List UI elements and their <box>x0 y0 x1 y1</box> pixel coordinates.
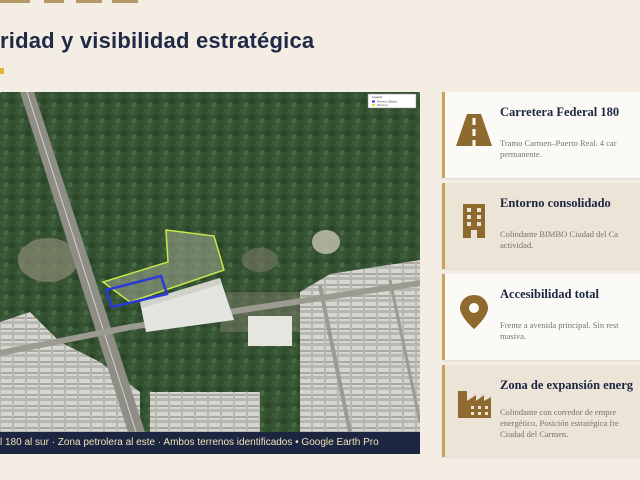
card-text: Colindante BIMBO Ciudad del Ca actividad… <box>500 229 619 250</box>
card-zona-expansion-energetica: Zona de expansión energ Colindante con c… <box>442 365 640 457</box>
card-carretera-federal: Carretera Federal 180 Tramo Carmen–Puert… <box>442 92 640 178</box>
card-text: Colindante con corredor de empre energét… <box>500 407 619 439</box>
card-title: Accesibilidad total <box>500 287 599 301</box>
page-title: ridad y visibilidad estratégica <box>0 28 315 53</box>
card-text: Frente a avenida principal. Sin rest mas… <box>500 320 619 341</box>
card-text: Tramo Carmen–Puerto Real. 4 car permanen… <box>500 138 617 159</box>
map-caption: l 180 al sur · Zona petrolera al este · … <box>0 432 420 454</box>
card-entorno-consolidado: Entorno consolidado Colindante BIMBO Ciu… <box>442 183 640 269</box>
satellite-map[interactable]: Legend Terreno 1 (Bimbo) Terreno 2 <box>0 92 420 432</box>
road-icon <box>456 114 492 146</box>
building-icon <box>463 204 485 238</box>
map-legend-title: Legend <box>372 95 382 99</box>
map-legend-item-2: Terreno 2 <box>377 104 388 107</box>
industry-icon <box>458 391 491 418</box>
top-decoration <box>0 0 140 4</box>
card-title: Zona de expansión energ <box>500 378 634 392</box>
satellite-image: Legend Terreno 1 (Bimbo) Terreno 2 <box>0 92 420 432</box>
card-accesibilidad-total: Accesibilidad total Frente a avenida pri… <box>442 274 640 360</box>
location-pin-icon <box>460 295 488 329</box>
title-accent-mark <box>0 68 4 74</box>
card-title: Entorno consolidado <box>500 196 611 210</box>
card-title: Carretera Federal 180 <box>500 105 620 119</box>
